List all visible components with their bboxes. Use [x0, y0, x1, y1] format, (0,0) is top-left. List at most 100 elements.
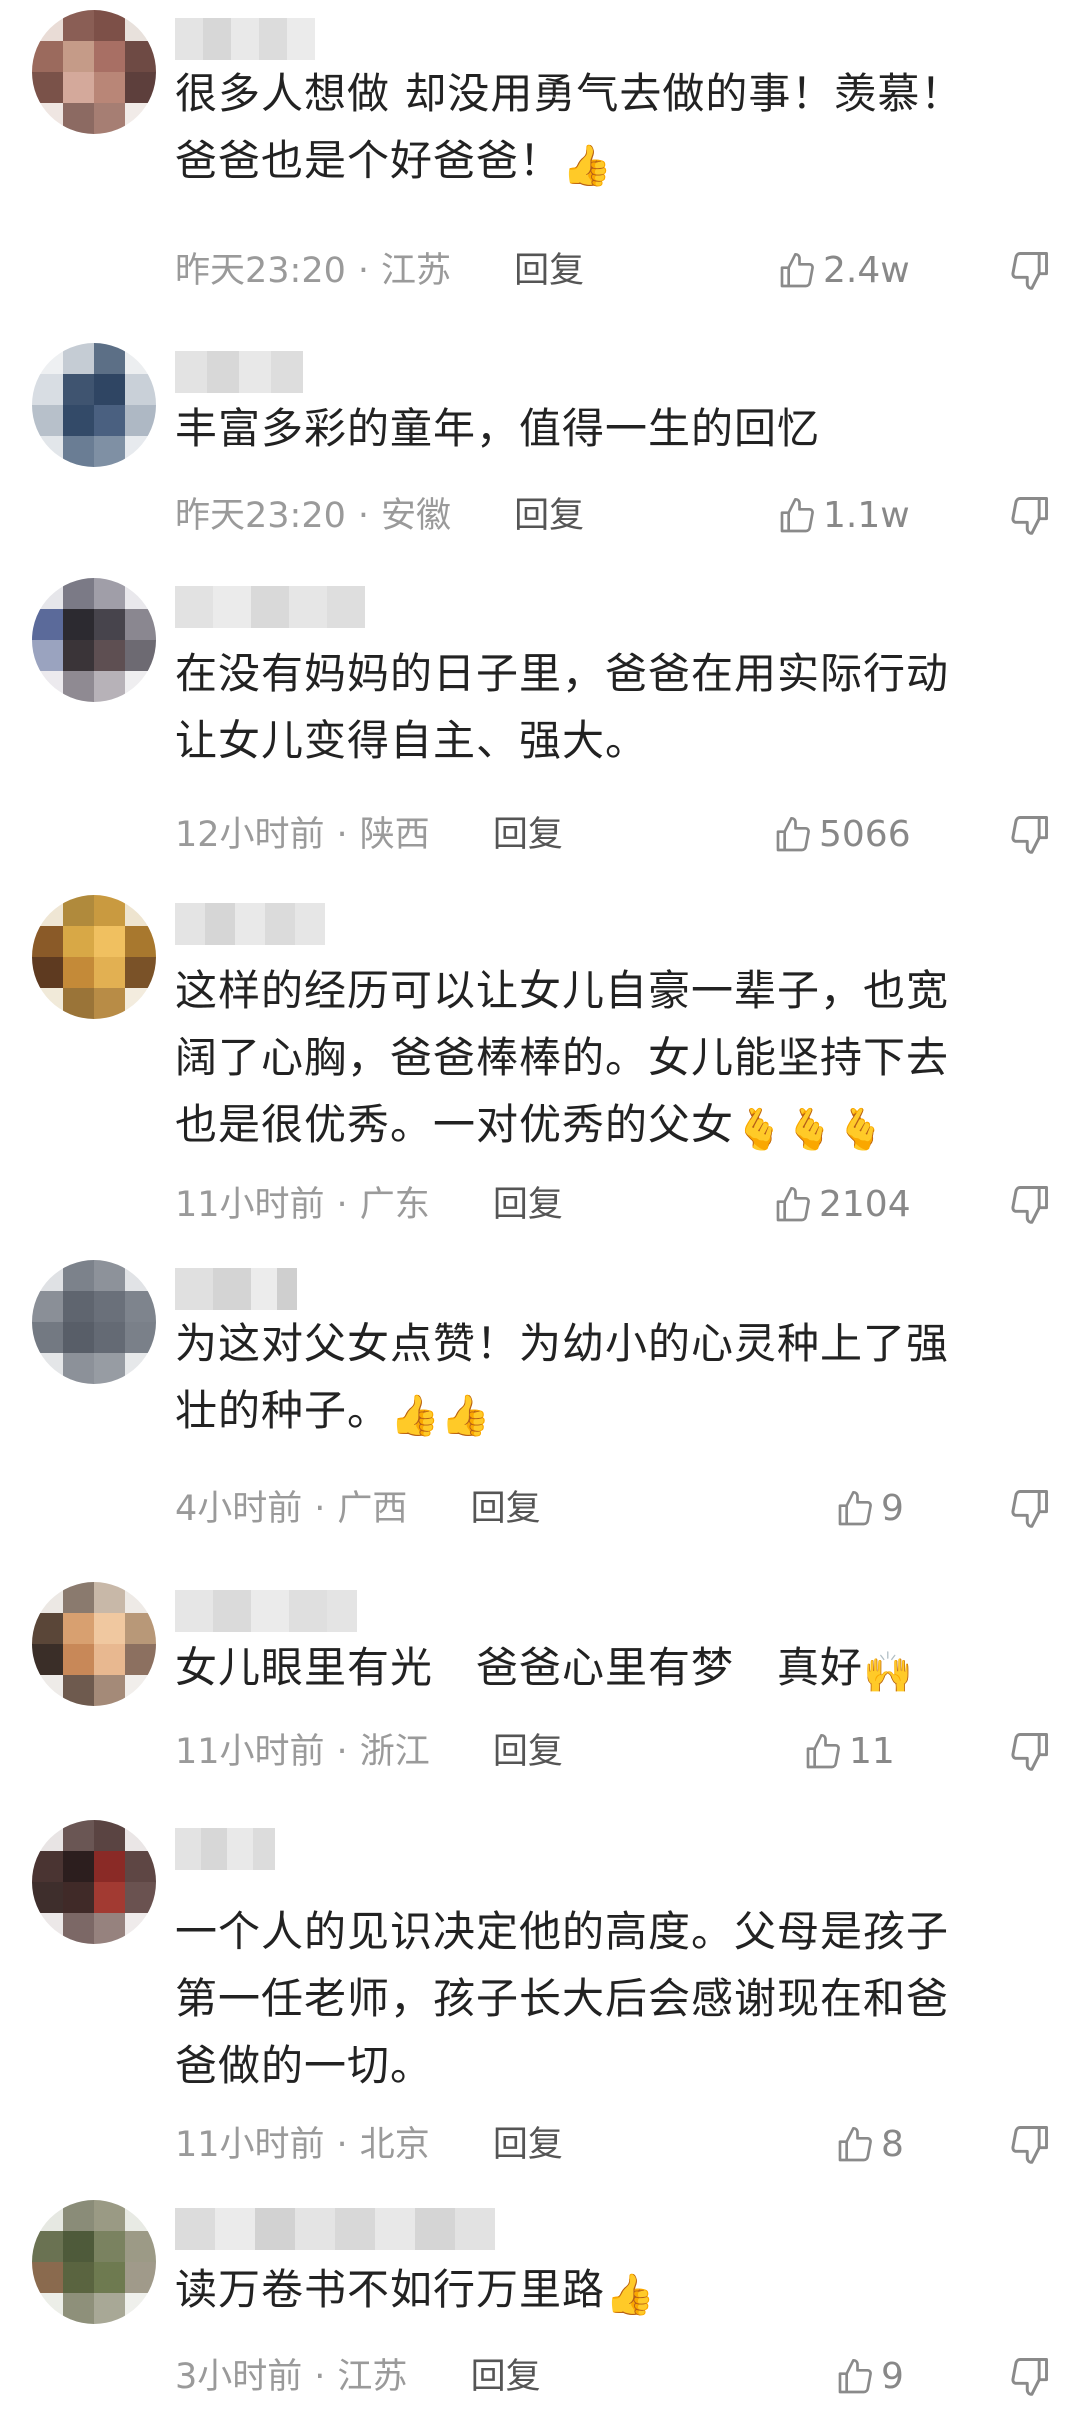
avatar[interactable]: [32, 578, 156, 702]
comment-text: 一个人的见识决定他的高度。父母是孩子 第一任老师，孩子长大后会感谢现在和爸 爸做…: [175, 1898, 1010, 2099]
comment-meta: 12小时前 · 陕西 回复 5066: [175, 810, 1080, 860]
avatar[interactable]: [32, 343, 156, 467]
comment-time: 11小时前: [175, 2125, 325, 2165]
avatar[interactable]: [32, 1260, 156, 1384]
reply-button[interactable]: 回复: [514, 246, 584, 296]
thumbs-up-emoji: 👍👍: [390, 1393, 492, 1439]
thumbs-down-icon[interactable]: [1008, 2122, 1052, 2166]
comment-text: 这样的经历可以让女儿自豪一辈子，也宽 阔了心胸，爸爸棒棒的。女儿能坚持下去 也是…: [175, 957, 1010, 1164]
comment-time: 12小时前: [175, 815, 325, 855]
comment-location: 北京: [359, 2125, 430, 2165]
like-button[interactable]: 9: [835, 1484, 904, 1534]
separator-dot: ·: [357, 251, 370, 291]
comment-meta: 3小时前 · 江苏 回复 9: [175, 2352, 1080, 2402]
like-button[interactable]: 9: [835, 2352, 904, 2402]
thumbs-up-icon: [838, 2359, 872, 2394]
username-blurred[interactable]: [175, 18, 315, 60]
like-button[interactable]: 2104: [773, 1180, 911, 1230]
like-count: 11: [849, 1731, 895, 1772]
username-blurred[interactable]: [175, 1590, 357, 1632]
like-count: 8: [881, 2124, 904, 2165]
reply-button[interactable]: 回复: [493, 810, 563, 860]
like-count: 1.1w: [823, 495, 910, 536]
like-button[interactable]: 1.1w: [777, 491, 910, 541]
comment-text: 丰富多彩的童年，值得一生的回忆: [175, 395, 1010, 462]
like-button[interactable]: 2.4w: [777, 246, 910, 296]
comment-line: 女儿眼里有光 爸爸心里有梦 真好: [175, 1643, 864, 1692]
reply-button[interactable]: 回复: [514, 491, 584, 541]
thumbs-up-emoji: 👍: [605, 2272, 656, 2318]
comment-meta: 昨天23:20 · 安徽 回复 1.1w: [175, 491, 1080, 541]
thumbs-up-emoji: 👍: [562, 143, 613, 189]
thumbs-up-icon: [806, 1734, 840, 1769]
comment-location: 江苏: [381, 251, 452, 291]
comment-meta: 11小时前 · 北京 回复 8: [175, 2120, 1080, 2170]
separator-dot: ·: [336, 1185, 348, 1225]
like-button[interactable]: 5066: [773, 810, 911, 860]
like-count: 5066: [819, 814, 911, 855]
comment-line: 很多人想做 却没用勇气去做的事！羡慕！: [175, 69, 964, 118]
username-blurred[interactable]: [175, 903, 325, 945]
reply-button[interactable]: 回复: [493, 1727, 563, 1777]
comment-location: 广西: [337, 1489, 408, 1529]
avatar[interactable]: [32, 895, 156, 1019]
comment-location: 江苏: [337, 2357, 408, 2397]
comment-line: 壮的种子。: [175, 1386, 391, 1435]
comment-line: 让女儿变得自主、强大。: [175, 716, 649, 765]
comment-line: 第一任老师，孩子长大后会感谢现在和爸: [175, 1974, 950, 2023]
username-blurred[interactable]: [175, 1268, 297, 1310]
comment-line: 读万卷书不如行万里路: [175, 2265, 606, 2314]
username-blurred[interactable]: [175, 2208, 495, 2250]
comment-time: 3小时前: [175, 2357, 303, 2397]
comment-meta: 昨天23:20 · 江苏 回复 2.4w: [175, 246, 1080, 296]
avatar[interactable]: [32, 1820, 156, 1944]
thumbs-down-icon[interactable]: [1008, 1729, 1052, 1773]
separator-dot: ·: [336, 1732, 348, 1772]
reply-button[interactable]: 回复: [471, 1484, 541, 1534]
like-count: 9: [881, 2356, 904, 2397]
username-blurred[interactable]: [175, 1828, 275, 1870]
separator-dot: ·: [336, 815, 348, 855]
username-blurred[interactable]: [175, 351, 303, 393]
finger-heart-emoji: 🫰🫰🫰: [734, 1107, 887, 1153]
comment-time: 11小时前: [175, 1185, 325, 1225]
like-button[interactable]: 11: [803, 1727, 895, 1777]
avatar[interactable]: [32, 10, 156, 134]
avatar[interactable]: [32, 1582, 156, 1706]
comment-time: 昨天23:20: [175, 496, 346, 536]
reply-button[interactable]: 回复: [493, 2120, 563, 2170]
like-count: 2104: [819, 1184, 911, 1225]
comment-location: 安徽: [381, 496, 452, 536]
like-button[interactable]: 8: [835, 2120, 904, 2170]
avatar[interactable]: [32, 2200, 156, 2324]
username-blurred[interactable]: [175, 586, 365, 628]
thumbs-down-icon[interactable]: [1008, 812, 1052, 856]
comment-line: 也是很优秀。一对优秀的父女: [175, 1100, 735, 1149]
comment-meta: 11小时前 · 广东 回复 2104: [175, 1180, 1080, 1230]
thumbs-up-icon: [780, 253, 814, 288]
comment-line: 这样的经历可以让女儿自豪一辈子，也宽: [175, 966, 950, 1015]
comment-time: 11小时前: [175, 1732, 325, 1772]
like-count: 2.4w: [823, 250, 910, 291]
comment-text: 在没有妈妈的日子里，爸爸在用实际行动 让女儿变得自主、强大。: [175, 640, 1010, 774]
thumbs-down-icon[interactable]: [1008, 2354, 1052, 2398]
thumbs-down-icon[interactable]: [1008, 1182, 1052, 1226]
thumbs-up-icon: [838, 1491, 872, 1526]
comment-location: 广东: [359, 1185, 430, 1225]
like-count: 9: [881, 1488, 904, 1529]
separator-dot: ·: [357, 496, 370, 536]
comment-time: 昨天23:20: [175, 251, 346, 291]
comment-line: 阔了心胸，爸爸棒棒的。女儿能坚持下去: [175, 1033, 950, 1082]
comment-text: 读万卷书不如行万里路👍: [175, 2256, 1010, 2329]
thumbs-up-icon: [776, 817, 810, 852]
comment-location: 陕西: [359, 815, 430, 855]
comment-text: 女儿眼里有光 爸爸心里有梦 真好🙌: [175, 1634, 1010, 1707]
reply-button[interactable]: 回复: [471, 2352, 541, 2402]
reply-button[interactable]: 回复: [493, 1180, 563, 1230]
thumbs-down-icon[interactable]: [1008, 1486, 1052, 1530]
thumbs-down-icon[interactable]: [1008, 493, 1052, 537]
thumbs-up-icon: [780, 498, 814, 533]
thumbs-down-icon[interactable]: [1008, 248, 1052, 292]
raising-hands-emoji: 🙌: [863, 1650, 914, 1696]
comment-line: 爸爸也是个好爸爸！: [175, 136, 563, 185]
